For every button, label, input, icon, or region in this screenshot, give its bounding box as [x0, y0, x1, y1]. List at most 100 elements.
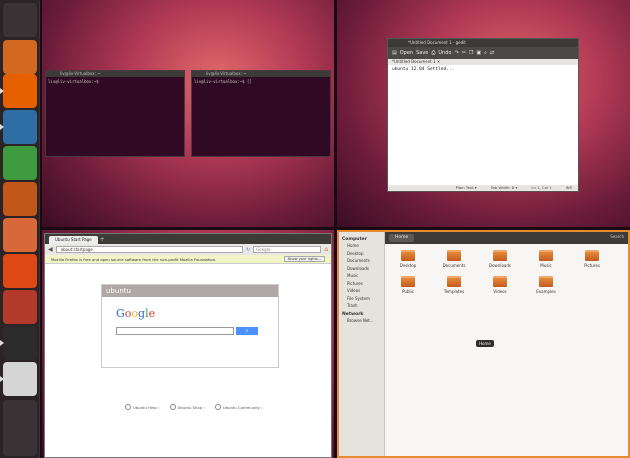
launcher-home-folder-icon[interactable] — [3, 40, 37, 74]
folder-label: Public — [402, 289, 414, 294]
search-button[interactable]: Search — [610, 234, 624, 239]
language-selector[interactable]: Plain Text ▾ — [456, 185, 477, 191]
folder-icon — [401, 250, 415, 261]
google-search-button[interactable]: ⌕ — [236, 327, 258, 335]
search-icon[interactable]: ⌕ — [484, 50, 487, 56]
tab-width-selector[interactable]: Tab Width: 8 ▾ — [491, 185, 518, 191]
google-search-input[interactable] — [116, 327, 234, 335]
cut-icon[interactable]: ✂ — [462, 50, 466, 56]
reload-icon[interactable]: ↻ — [246, 247, 250, 253]
gedit-statusbar: Plain Text ▾ Tab Width: 8 ▾ Ln 1, Col 1 … — [388, 185, 578, 191]
gedit-text-area[interactable]: ubuntu 12.04 Settled... — [388, 65, 578, 74]
sidebar-item[interactable]: Pictures — [339, 280, 384, 288]
url-bar[interactable]: about:startpage — [55, 246, 243, 253]
folder-icon — [401, 276, 415, 287]
link-icon — [125, 404, 131, 410]
footer-link-label: Ubuntu Community › — [222, 404, 263, 410]
workspace-1[interactable]: liv@liv-Virtualbox: ~ liv@liv-virtualbox… — [42, 0, 334, 227]
workspace-switcher-overview: liv@liv-Virtualbox: ~ liv@liv-virtualbox… — [0, 0, 630, 458]
terminal-1-prompt[interactable]: liv@liv-virtualbox:~$ — [46, 77, 184, 86]
folder-item[interactable]: Desktop — [385, 250, 431, 268]
gedit-titlebar[interactable]: *Untitled Document 1 - gedit — [388, 39, 578, 47]
running-indicator — [0, 124, 4, 130]
footer-link[interactable]: Ubuntu Help › — [125, 404, 160, 410]
know-your-rights-button[interactable]: Know your rights... — [284, 256, 325, 262]
folder-label: Videos — [493, 289, 507, 294]
folder-item[interactable]: Downloads — [477, 250, 523, 268]
launcher-writer-icon[interactable] — [0, 110, 37, 144]
redo-icon[interactable]: ↷ — [454, 50, 458, 56]
link-icon — [214, 404, 221, 410]
folder-icon — [447, 250, 461, 261]
breadcrumb-home[interactable]: Home — [389, 234, 415, 242]
folder-item[interactable]: Public — [385, 276, 431, 294]
firefox-tab[interactable]: Ubuntu Start Page — [49, 236, 98, 244]
nautilus-window[interactable]: Home Search Computer Home Desktop Documents… — [339, 232, 628, 456]
workspace-3[interactable]: Ubuntu Start Page + ◀ about:startpage ↻ … — [42, 230, 334, 458]
workspace-4[interactable]: Home Search Computer Home Desktop Documents… — [337, 230, 630, 458]
cursor-position: Ln 1, Col 1 — [531, 185, 552, 190]
folder-icon — [447, 276, 461, 287]
workspace-2[interactable]: *Untitled Document 1 - gedit ▤ Open Save… — [337, 0, 630, 227]
folder-icon — [539, 250, 553, 261]
search-icon: ⌕ — [245, 328, 249, 334]
folder-label: Documents — [442, 263, 466, 268]
new-icon[interactable]: ▤ — [392, 50, 397, 56]
launcher-ubuntu-one-icon[interactable] — [3, 254, 37, 288]
footer-link-label: Ubuntu Shop › — [177, 404, 205, 410]
launcher-software-center-icon[interactable] — [3, 218, 37, 252]
sidebar-item[interactable]: Documents — [339, 257, 384, 265]
sidebar-item[interactable]: Downloads — [339, 265, 384, 273]
folder-item[interactable]: Pictures — [569, 250, 615, 268]
new-tab-icon[interactable]: + — [100, 236, 105, 244]
tooltip: Home — [476, 340, 494, 347]
sidebar-item[interactable]: Videos — [339, 287, 384, 295]
launcher-impress-icon[interactable] — [3, 182, 37, 216]
search-input[interactable]: Google — [253, 246, 322, 253]
folder-label: Downloads — [489, 263, 511, 268]
launcher-trash-icon[interactable] — [3, 422, 37, 456]
save-button[interactable]: Save — [416, 50, 428, 56]
notification-bar: Mozilla Firefox is free and open source … — [45, 255, 331, 264]
undo-button[interactable]: Undo — [438, 50, 451, 56]
launcher-firefox-icon[interactable] — [0, 74, 37, 108]
gedit-window[interactable]: *Untitled Document 1 - gedit ▤ Open Save… — [387, 38, 579, 192]
sidebar-item[interactable]: Desktop — [339, 250, 384, 258]
paste-icon[interactable]: ▣ — [476, 50, 481, 56]
ubuntu-start-box: ubuntu Google ⌕ — [101, 284, 279, 368]
terminal-window-2[interactable]: liv@liv-Virtualbox: ~ liv@liv-virtualbox… — [191, 70, 331, 157]
terminal-2-prompt[interactable]: liv@liv-virtualbox:~$ [] — [192, 77, 330, 86]
folder-icon — [539, 276, 553, 287]
sidebar-item[interactable]: Trash — [339, 302, 384, 310]
replace-icon[interactable]: ⇄ — [490, 50, 494, 56]
folder-item[interactable]: Videos — [477, 276, 523, 294]
folder-item[interactable]: Templates — [431, 276, 477, 294]
folder-item[interactable]: Documents — [431, 250, 477, 268]
folder-item[interactable]: Music — [523, 250, 569, 268]
copy-icon[interactable]: ❐ — [469, 50, 473, 56]
folder-label: Pictures — [584, 263, 600, 268]
google-letter: e — [148, 307, 156, 320]
open-button[interactable]: Open — [400, 50, 413, 56]
footer-link[interactable]: Ubuntu Shop › — [169, 404, 205, 410]
launcher-dash-home-icon[interactable] — [3, 3, 37, 37]
footer-link[interactable]: Ubuntu Community › — [214, 404, 263, 410]
print-icon[interactable]: ⎙ — [431, 50, 435, 56]
back-icon[interactable]: ◀ — [48, 246, 53, 253]
link-icon — [169, 404, 176, 410]
launcher-calc-icon[interactable] — [3, 146, 37, 180]
sidebar-item[interactable]: Music — [339, 272, 384, 280]
launcher-terminal-icon[interactable] — [0, 326, 37, 360]
launcher-gedit-icon[interactable] — [0, 362, 37, 396]
launcher-system-settings-icon[interactable] — [3, 290, 37, 324]
terminal-window-1[interactable]: liv@liv-Virtualbox: ~ liv@liv-virtualbox… — [45, 70, 185, 157]
sidebar-item[interactable]: File System — [339, 295, 384, 303]
firefox-window[interactable]: Ubuntu Start Page + ◀ about:startpage ↻ … — [44, 233, 332, 458]
folder-item[interactable]: Examples — [523, 276, 569, 294]
folder-label: Desktop — [399, 263, 417, 268]
firefox-tab-bar: Ubuntu Start Page + — [45, 234, 331, 244]
ubuntu-logo: ubuntu — [102, 285, 278, 297]
home-icon[interactable]: ⌂ — [324, 246, 328, 253]
sidebar-item[interactable]: Home — [339, 242, 384, 250]
sidebar-item[interactable]: Browse Net... — [339, 317, 384, 325]
